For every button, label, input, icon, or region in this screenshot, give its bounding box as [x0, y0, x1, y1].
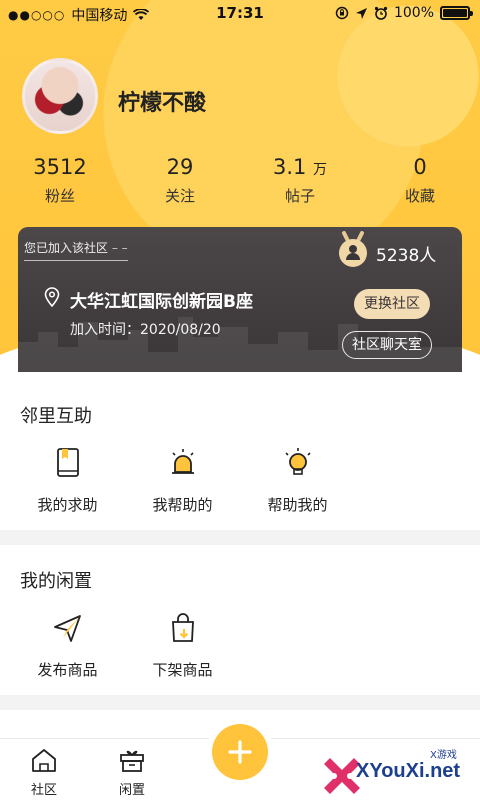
- stat-label: 帖子: [284, 187, 315, 205]
- battery-percentage: 100%: [393, 5, 434, 21]
- lightbulb-icon: [284, 448, 311, 475]
- profile-stats: 3512 粉丝 29 关注 3.1 万 帖子 0 收藏: [0, 155, 480, 215]
- battery-icon: [440, 6, 473, 20]
- status-right: 100%: [335, 5, 473, 21]
- item-label: 帮助我的: [267, 496, 328, 514]
- stat-label: 粉丝: [44, 187, 75, 205]
- stat-label: 关注: [164, 187, 195, 205]
- helped-me-item[interactable]: 帮助我的: [240, 446, 355, 515]
- member-count: 5238人: [376, 246, 437, 266]
- idle-goods-items: 发布商品 下架商品: [0, 611, 240, 680]
- tab-label: 社区: [30, 783, 57, 798]
- section-title: 我的闲置: [20, 571, 92, 592]
- stat-favorites[interactable]: 0 收藏: [360, 155, 480, 215]
- create-post-button[interactable]: [212, 724, 268, 780]
- neighbor-help-section: 邻里互助 我的求助 我帮助的 帮助我的: [0, 380, 480, 530]
- item-label: 我帮助的: [152, 496, 213, 514]
- tab-label: 闲置: [118, 783, 145, 798]
- idle-goods-section: 我的闲置 发布商品 下架商品: [0, 545, 480, 695]
- stat-fans[interactable]: 3512 粉丝: [0, 155, 120, 215]
- avatar[interactable]: [22, 58, 98, 134]
- joined-community-tag: 您已加入该社区: [24, 239, 128, 261]
- username: 柠檬不酸: [118, 91, 207, 116]
- publish-goods-item[interactable]: 发布商品: [10, 611, 125, 680]
- alarm-clock-icon: [374, 6, 388, 20]
- community-card: 您已加入该社区 5238人 大华江虹国际创新园B座 加入时间：2020/08/2…: [18, 227, 462, 372]
- i-helped-item[interactable]: 我帮助的: [125, 446, 240, 515]
- remove-goods-item[interactable]: 下架商品: [125, 611, 240, 680]
- neighbor-help-items: 我的求助 我帮助的 帮助我的: [0, 446, 355, 515]
- stat-following[interactable]: 29 关注: [120, 155, 240, 215]
- member-badge-icon: [339, 231, 367, 267]
- community-name: 大华江虹国际创新园B座: [70, 292, 253, 312]
- stat-value: 3.1 万: [272, 155, 328, 179]
- my-requests-item[interactable]: 我的求助: [10, 446, 125, 515]
- location-arrow-icon: [355, 7, 367, 19]
- gift-box-icon: [120, 750, 144, 772]
- house-icon: [32, 749, 56, 772]
- alarm-light-icon: [171, 449, 194, 474]
- watermark-text: XYouXi.net: [356, 760, 461, 782]
- watermark-small-text: X游戏: [430, 750, 457, 761]
- item-label: 下架商品: [152, 661, 213, 679]
- shopping-bag-down-icon: [171, 613, 194, 642]
- item-label: 我的求助: [37, 496, 98, 514]
- rotation-lock-icon: [335, 6, 349, 20]
- stat-posts[interactable]: 3.1 万 帖子: [240, 155, 360, 215]
- item-label: 发布商品: [37, 661, 98, 679]
- stat-value: 29: [166, 155, 194, 179]
- stat-value: 0: [413, 155, 427, 179]
- paper-plane-icon: [53, 615, 81, 642]
- join-time: 加入时间：2020/08/20: [70, 322, 221, 338]
- help-book-icon: [56, 448, 79, 477]
- status-bar: ●●○○○ 中国移动 17:31 100%: [0, 0, 480, 28]
- change-community-button[interactable]: 更换社区: [354, 289, 430, 319]
- community-chat-button[interactable]: 社区聊天室: [342, 331, 432, 359]
- section-title: 邻里互助: [20, 406, 92, 427]
- plus-icon: [228, 740, 252, 764]
- location-pin-icon: [44, 287, 60, 307]
- tab-community[interactable]: 社区: [14, 747, 74, 798]
- tab-idle[interactable]: 闲置: [102, 747, 162, 798]
- stat-label: 收藏: [404, 187, 435, 205]
- stat-value: 3512: [33, 155, 87, 179]
